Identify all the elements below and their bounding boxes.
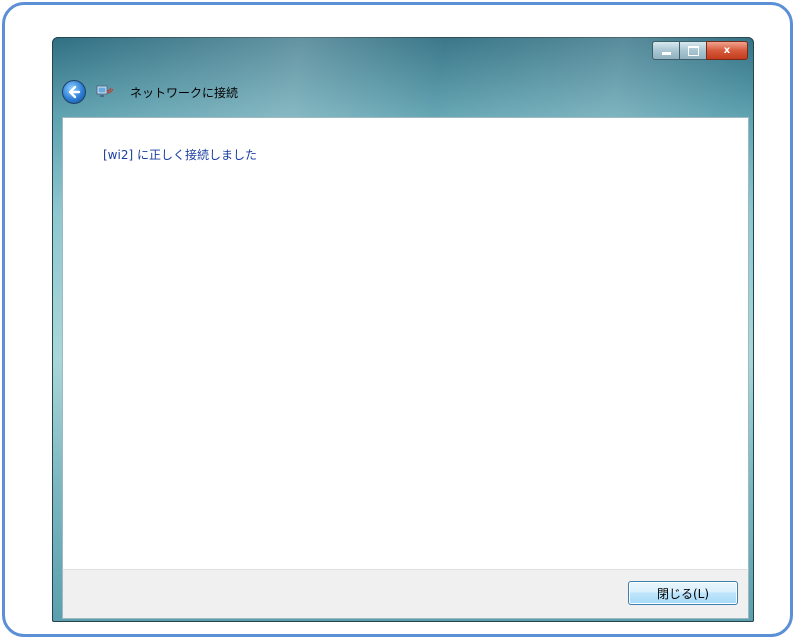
minimize-button[interactable]	[652, 41, 679, 60]
minimize-icon	[661, 52, 671, 55]
content-area: [wi2] に正しく接続しました	[62, 117, 749, 570]
caption-buttons: x	[652, 41, 748, 60]
back-arrow-icon	[68, 85, 81, 99]
back-button[interactable]	[62, 80, 86, 104]
window-title: ネットワークに接続	[130, 85, 239, 100]
connection-message: [wi2] に正しく接続しました	[103, 148, 257, 162]
maximize-icon	[687, 45, 699, 56]
maximize-button[interactable]	[679, 41, 706, 60]
close-button[interactable]: 閉じる(L)	[628, 581, 738, 605]
nav-bar: ネットワークに接続	[62, 79, 238, 105]
title-bar	[52, 37, 754, 117]
close-icon: x	[723, 45, 731, 56]
network-icon	[96, 85, 114, 97]
dialog-window: x ネットワークに接続 [wi2] に正しく接続しました 閉じる(L)	[52, 37, 754, 622]
footer-bar: 閉じる(L)	[62, 569, 749, 619]
close-window-button[interactable]: x	[706, 41, 748, 60]
